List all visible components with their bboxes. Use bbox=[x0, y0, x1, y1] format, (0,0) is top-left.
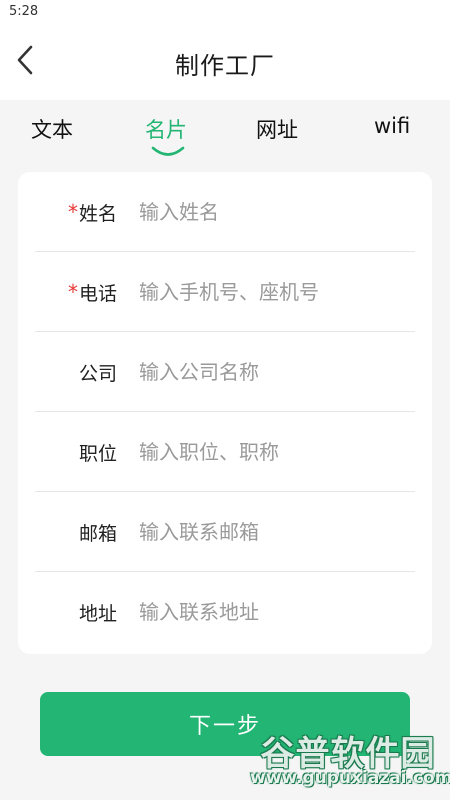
phone-label-text: 电话 bbox=[78, 282, 117, 305]
email-input[interactable] bbox=[139, 510, 409, 554]
form-row-address: 地址 bbox=[35, 572, 415, 652]
tab-bar: 文本 名片 网址 wifi bbox=[0, 100, 450, 170]
address-label-text: 地址 bbox=[78, 602, 117, 625]
company-label: 公司 bbox=[35, 332, 117, 412]
required-mark: * bbox=[67, 200, 78, 224]
watermark-url: www.gupuxiazai.com bbox=[250, 768, 450, 788]
status-bar: 5:28 bbox=[0, 0, 450, 26]
company-input[interactable] bbox=[139, 350, 409, 394]
tab-business-card[interactable]: 名片 bbox=[145, 114, 187, 144]
required-mark: * bbox=[67, 280, 78, 304]
company-label-text: 公司 bbox=[78, 362, 117, 385]
active-tab-indicator bbox=[151, 146, 185, 156]
header: 制作工厂 bbox=[0, 26, 450, 100]
email-label-text: 邮箱 bbox=[78, 522, 117, 545]
email-label: 邮箱 bbox=[35, 492, 117, 572]
business-card-form: *姓名 *电话 公司 职位 邮箱 地址 bbox=[18, 172, 432, 654]
address-label: 地址 bbox=[35, 572, 117, 652]
status-time: 5:28 bbox=[9, 4, 39, 19]
name-label: * 姓名 bbox=[35, 172, 117, 252]
form-row-position: 职位 bbox=[35, 412, 415, 492]
position-label-text: 职位 bbox=[78, 442, 117, 465]
form-row-company: 公司 bbox=[35, 332, 415, 412]
name-input[interactable] bbox=[139, 190, 409, 234]
page-title: 制作工厂 bbox=[175, 52, 275, 80]
form-row-email: 邮箱 bbox=[35, 492, 415, 572]
phone-input[interactable] bbox=[139, 270, 409, 314]
tab-wifi[interactable]: wifi bbox=[374, 114, 410, 138]
position-input[interactable] bbox=[139, 430, 409, 474]
name-label-text: 姓名 bbox=[78, 202, 117, 225]
next-step-button[interactable]: 下一步 bbox=[40, 692, 410, 756]
form-row-phone: * 电话 bbox=[35, 252, 415, 332]
form-row-name: * 姓名 bbox=[35, 172, 415, 252]
phone-label: * 电话 bbox=[35, 252, 117, 332]
position-label: 职位 bbox=[35, 412, 117, 492]
address-input[interactable] bbox=[139, 590, 409, 634]
tab-text[interactable]: 文本 bbox=[31, 114, 73, 144]
tab-url[interactable]: 网址 bbox=[256, 114, 298, 144]
